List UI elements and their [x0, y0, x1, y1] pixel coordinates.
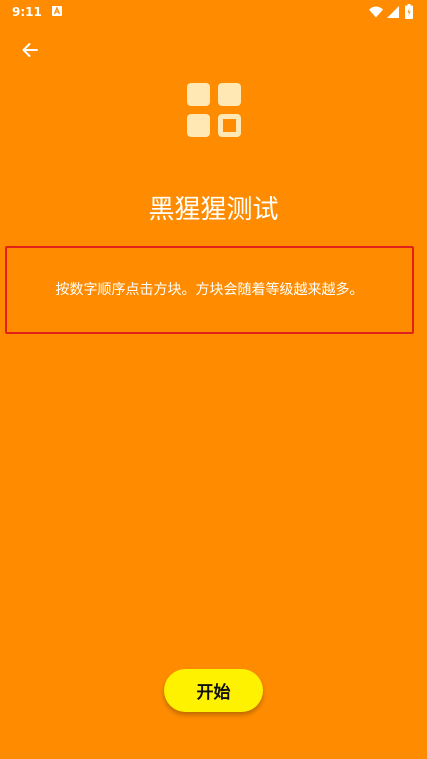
start-button[interactable]: 开始: [164, 669, 263, 712]
grid-squares-icon: [187, 83, 241, 137]
instruction-box: 按数字顺序点击方块。方块会随着等级越来越多。: [5, 246, 414, 334]
instruction-text: 按数字顺序点击方块。方块会随着等级越来越多。: [55, 282, 364, 298]
icon-tile: [187, 83, 210, 106]
icon-tile: [187, 114, 210, 137]
status-bar: 9:11: [0, 0, 427, 24]
icon-tile: [218, 83, 241, 106]
status-icons: [367, 4, 417, 20]
page-title: 黑猩猩测试: [148, 195, 279, 225]
back-button[interactable]: [14, 34, 46, 66]
arrow-back-icon: [22, 43, 38, 57]
wifi-icon: [369, 6, 383, 18]
signal-icon: [387, 6, 399, 18]
status-time: 9:11: [12, 5, 42, 19]
battery-icon: [405, 4, 413, 19]
notification-a-icon: [52, 6, 62, 16]
icon-tile-outline: [218, 114, 241, 137]
